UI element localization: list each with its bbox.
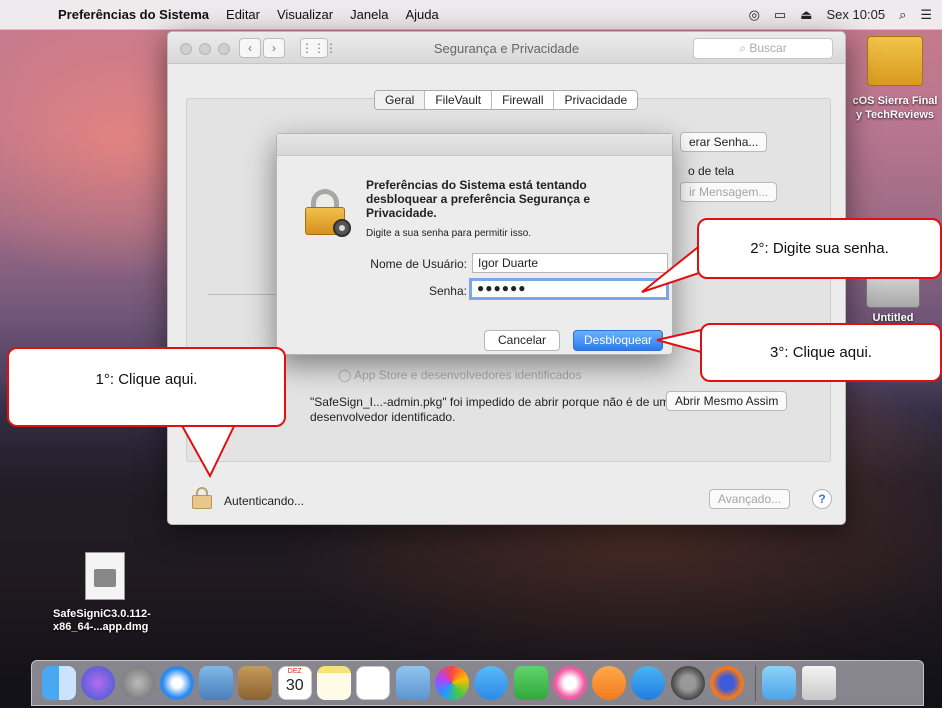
notes-icon[interactable] xyxy=(317,666,352,700)
auth-heading: Preferências do Sistema está tentando de… xyxy=(366,178,591,220)
auth-subtext: Digite a sua senha para permitir isso. xyxy=(366,228,532,239)
callout-step-1: 1°: Clique aqui. xyxy=(7,347,286,427)
firefox-icon[interactable] xyxy=(710,666,745,700)
menu-clock[interactable]: Sex 10:05 xyxy=(827,7,886,22)
trash-icon[interactable] xyxy=(801,666,836,700)
system-preferences-icon[interactable] xyxy=(670,666,705,700)
authenticating-status: Autenticando... xyxy=(224,494,305,508)
desktop-drive-sierra[interactable]: cOS Sierra Final y TechReviews xyxy=(848,36,942,122)
dmg-label: SafeSigniC3.0.112- x86_64-...app.dmg xyxy=(53,608,151,633)
open-anyway-button[interactable]: Abrir Mesmo Assim xyxy=(666,391,788,411)
callout-1-pointer xyxy=(178,421,238,479)
app-store-icon[interactable] xyxy=(631,666,666,700)
app-store-option[interactable]: ◯ App Store e desenvolvedores identifica… xyxy=(338,368,582,382)
message-button[interactable]: ir Mensagem... xyxy=(680,182,778,202)
finder-icon[interactable] xyxy=(42,666,76,700)
auth-titlebar xyxy=(277,134,672,156)
drive-label: cOS Sierra Final y TechReviews xyxy=(852,95,938,121)
messages-icon[interactable] xyxy=(474,666,509,700)
app-store-label: App Store e desenvolvedores identificado… xyxy=(354,368,582,382)
dock: DEZ 30 xyxy=(31,660,924,706)
contacts-icon[interactable] xyxy=(238,666,273,700)
calendar-icon[interactable]: DEZ 30 xyxy=(277,666,312,700)
search-input[interactable]: ⌕ Buscar xyxy=(693,38,833,59)
menu-ajuda[interactable]: Ajuda xyxy=(405,7,438,22)
downloads-folder-icon[interactable] xyxy=(762,666,797,700)
search-icon: ⌕ xyxy=(739,41,750,55)
callout-step-2: 2°: Digite sua senha. xyxy=(697,218,942,279)
help-button[interactable]: ? xyxy=(812,489,832,509)
unlock-button[interactable]: Desbloquear xyxy=(573,330,664,351)
photos-preview-icon[interactable] xyxy=(199,666,234,700)
change-password-button[interactable]: erar Senha... xyxy=(680,132,768,152)
gear-icon xyxy=(333,219,351,237)
menu-app-name[interactable]: Preferências do Sistema xyxy=(58,7,209,22)
eject-icon[interactable]: ⏏ xyxy=(800,7,812,23)
siri-icon[interactable] xyxy=(81,666,116,700)
facetime-icon[interactable] xyxy=(513,666,548,700)
search-placeholder: Buscar xyxy=(749,41,787,55)
dmg-file-icon xyxy=(85,552,125,600)
itunes-icon[interactable] xyxy=(552,666,587,700)
notification-center-icon[interactable]: ☰ xyxy=(920,7,932,23)
menu-bar: Preferências do Sistema Editar Visualiza… xyxy=(0,0,942,30)
cancel-button[interactable]: Cancelar xyxy=(484,330,561,351)
lock-body xyxy=(192,495,212,509)
preview-icon[interactable] xyxy=(395,666,430,700)
tab-bar: Geral FileVault Firewall Privacidade xyxy=(374,90,639,110)
spotlight-icon[interactable]: ⌕ xyxy=(899,7,906,23)
tab-privacidade[interactable]: Privacidade xyxy=(554,91,637,109)
username-input[interactable]: Igor Duarte xyxy=(472,253,668,273)
username-label: Nome de Usuário: xyxy=(370,257,467,271)
menu-editar[interactable]: Editar xyxy=(226,7,260,22)
blocked-app-message: "SafeSign_I...-admin.pkg" foi impedido d… xyxy=(310,395,670,424)
advanced-button[interactable]: Avançado... xyxy=(709,489,791,509)
password-label: Senha: xyxy=(428,284,467,298)
radio-icon: ◯ xyxy=(338,368,355,382)
menu-visualizar[interactable]: Visualizar xyxy=(277,7,333,22)
password-input[interactable]: ●●●●●● xyxy=(469,278,669,300)
desktop-dmg-file[interactable]: SafeSigniC3.0.112- x86_64-...app.dmg xyxy=(45,552,165,634)
ibooks-icon[interactable] xyxy=(592,666,627,700)
screen-option-label: o de tela xyxy=(688,164,735,178)
tab-geral[interactable]: Geral xyxy=(375,91,426,109)
calendar-day: 30 xyxy=(285,677,304,694)
photos-icon[interactable] xyxy=(434,666,469,700)
dock-separator xyxy=(755,665,757,701)
auth-dialog: Preferências do Sistema está tentando de… xyxy=(276,133,673,355)
tab-firewall[interactable]: Firewall xyxy=(492,91,555,109)
menu-janela[interactable]: Janela xyxy=(350,7,388,22)
safari-icon[interactable] xyxy=(159,666,194,700)
lock-icon xyxy=(305,189,351,237)
window-titlebar: ‹ › ⋮⋮⋮ Segurança e Privacidade ⌕ Buscar xyxy=(168,32,845,64)
user-status-icon[interactable]: ◎ xyxy=(749,7,760,23)
callout-step-3: 3°: Clique aqui. xyxy=(700,323,942,382)
callout-3-pointer xyxy=(656,328,702,354)
reminders-icon[interactable] xyxy=(356,666,391,700)
calendar-month: DEZ xyxy=(287,668,302,675)
drive-icon xyxy=(867,36,923,86)
lock-icon[interactable] xyxy=(192,487,212,509)
launchpad-icon[interactable] xyxy=(120,666,155,700)
airplay-icon[interactable]: ▭ xyxy=(774,7,786,23)
tab-filevault[interactable]: FileVault xyxy=(425,91,493,109)
